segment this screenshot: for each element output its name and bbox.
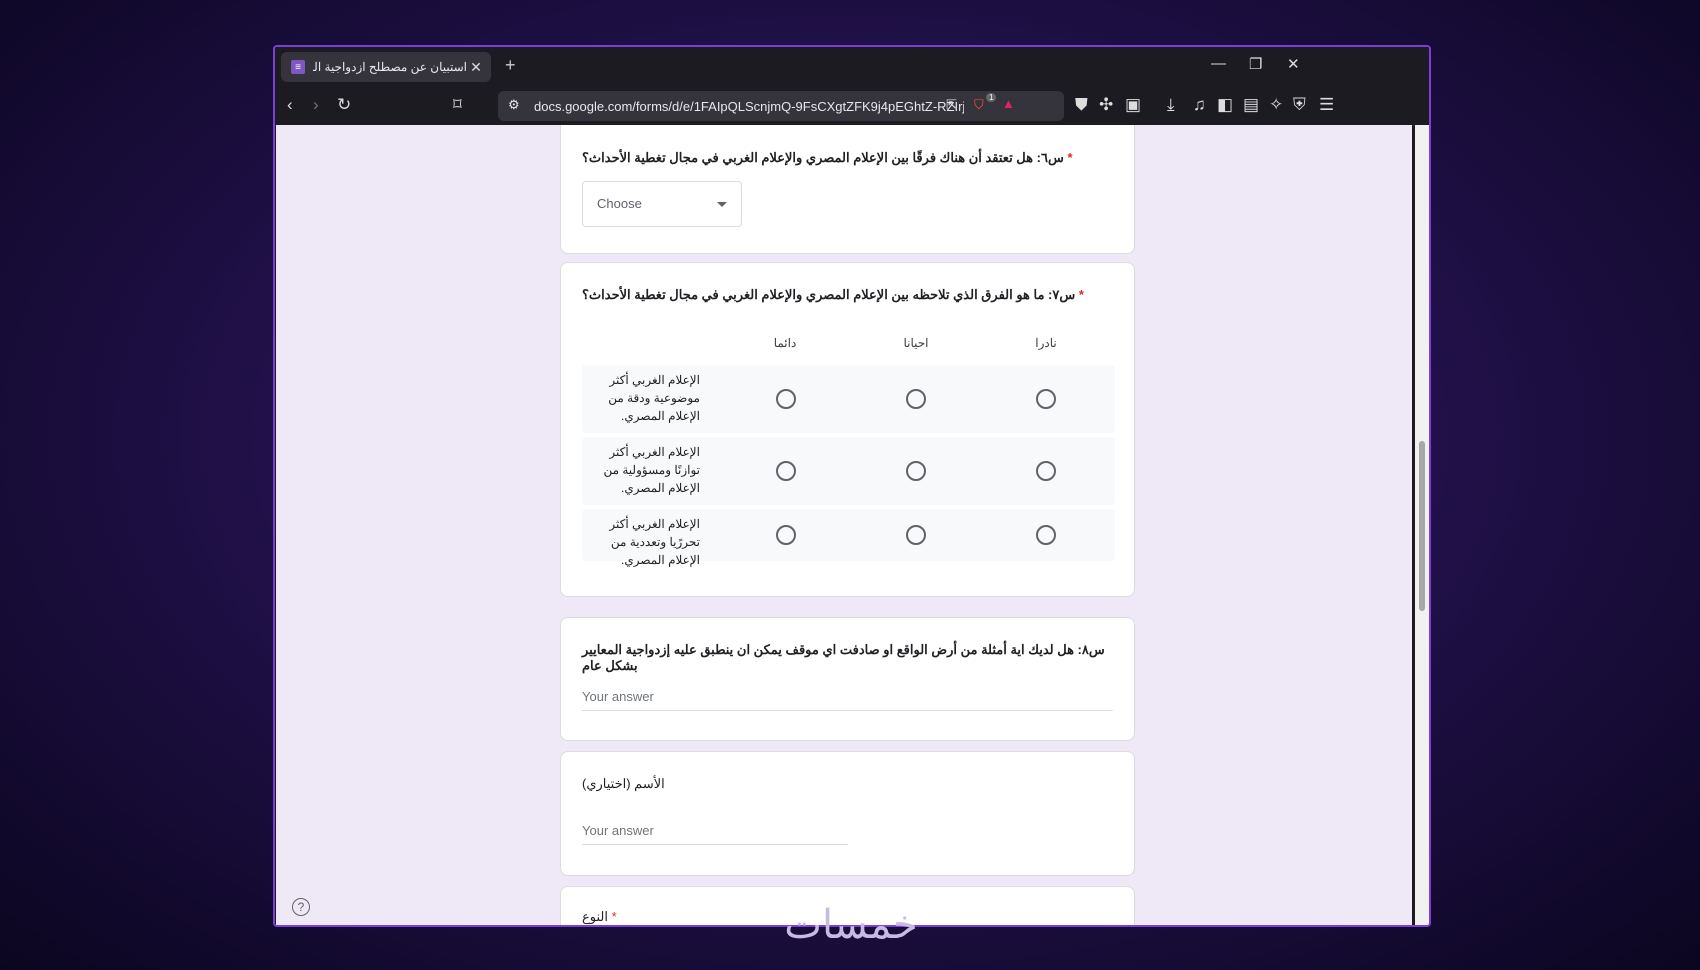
radio-always[interactable] <box>776 389 796 409</box>
bookmark-icon[interactable]: ⌑ <box>453 95 462 115</box>
radio-sometimes[interactable] <box>906 461 926 481</box>
brave-vpn-icon[interactable]: ⛨ <box>1293 95 1306 115</box>
column-header-sometimes: احيانا <box>903 336 929 350</box>
wallet-icon[interactable]: ▤ <box>1243 95 1259 115</box>
restore-icon[interactable]: ❐ <box>1249 55 1262 73</box>
page-content: * س٦: هل تعتقد أن هناك فرقًا بين الإعلام… <box>276 125 1412 925</box>
tab-title: استبيان عن مصطلح ازدواجية المعا <box>313 60 467 74</box>
name-label: الأسم (اختياري) <box>582 776 665 791</box>
sidebar-icon[interactable]: ◧ <box>1217 95 1233 115</box>
q6-title: * س٦: هل تعتقد أن هناك فرقًا بين الإعلام… <box>582 150 1114 166</box>
brave-shield-icon[interactable]: ⛉ <box>974 97 984 113</box>
share-icon[interactable]: ⇱ <box>946 97 957 113</box>
question-card-q7: * س٧: ما هو الفرق الذي تلاحظه بين الإعلا… <box>560 262 1135 597</box>
required-mark: * <box>1078 287 1084 302</box>
site-settings-icon[interactable]: ⚙ <box>508 97 520 113</box>
grid-row: الإعلام الغربي أكثر تحررًيا وتعددية من ا… <box>582 509 1115 567</box>
url-text: docs.google.com/forms/d/e/1FAIpQLScnjmQ-… <box>534 98 964 114</box>
back-icon[interactable]: ‹ <box>287 95 293 115</box>
q7-label: س٧: ما هو الفرق الذي تلاحظه بين الإعلام … <box>582 287 1076 302</box>
brave-rewards-icon[interactable]: ▲ <box>1002 96 1015 111</box>
q7-title: * س٧: ما هو الفرق الذي تلاحظه بين الإعلا… <box>582 287 1114 303</box>
reader-icon[interactable]: ▣ <box>1125 95 1141 115</box>
menu-icon[interactable]: ☰ <box>1319 95 1334 115</box>
help-icon[interactable]: ? <box>292 898 310 916</box>
grid-row-label: الإعلام الغربي أكثر توازنًا ومسؤولية من … <box>603 445 700 495</box>
minimize-icon[interactable]: — <box>1211 55 1226 72</box>
shield-badge: 1 <box>986 93 997 102</box>
media-icon[interactable]: ♫ <box>1193 95 1206 115</box>
radio-always[interactable] <box>776 525 796 545</box>
watermark-logo: خمسات <box>784 903 918 947</box>
question-card-q6: * س٦: هل تعتقد أن هناك فرقًا بين الإعلام… <box>560 125 1135 254</box>
grid-row-label: الإعلام الغربي أكثر موضوعية ودقة من الإع… <box>608 373 700 423</box>
q8-label: س٨: هل لديك اية أمثلة من أرض الواقع او ص… <box>582 642 1105 673</box>
required-mark: * <box>611 909 617 924</box>
required-mark: * <box>1067 150 1073 165</box>
reload-icon[interactable]: ↻ <box>337 95 351 115</box>
extensions-icon[interactable]: ✣ <box>1099 95 1113 115</box>
browser-window: ≡ استبيان عن مصطلح ازدواجية المعا ✕ + — … <box>273 45 1431 927</box>
radio-rarely[interactable] <box>1036 525 1056 545</box>
navigation-toolbar: ‹ › ↻ ⌑ ⚙ docs.google.com/forms/d/e/1FAI… <box>275 87 1429 126</box>
new-tab-button[interactable]: + <box>505 55 516 76</box>
close-window-icon[interactable]: ✕ <box>1287 55 1300 73</box>
google-forms-icon: ≡ <box>291 60 305 74</box>
q6-dropdown[interactable]: Choose <box>582 181 742 227</box>
radio-rarely[interactable] <box>1036 461 1056 481</box>
gender-label: النوع <box>582 909 608 924</box>
page-scrollbar[interactable] <box>1415 125 1429 925</box>
chevron-down-icon <box>717 202 727 207</box>
q6-label: س٦: هل تعتقد أن هناك فرقًا بين الإعلام ا… <box>582 150 1064 165</box>
tab-bar: ≡ استبيان عن مصطلح ازدواجية المعا ✕ + — … <box>275 47 1429 87</box>
leo-ai-icon[interactable]: ✧ <box>1269 95 1283 115</box>
forward-icon[interactable]: › <box>313 95 319 115</box>
tab-form[interactable]: ≡ استبيان عن مصطلح ازدواجية المعا ✕ <box>281 52 491 82</box>
question-card-name: الأسم (اختياري) Your answer <box>560 751 1135 876</box>
grid-row: الإعلام الغربي أكثر توازنًا ومسؤولية من … <box>582 437 1115 505</box>
grid-row: الإعلام الغربي أكثر موضوعية ودقة من الإع… <box>582 365 1115 433</box>
grid-row-label: الإعلام الغربي أكثر تحررًيا وتعددية من ا… <box>609 517 700 567</box>
column-header-rarely: نادرا <box>1035 336 1057 350</box>
dropdown-value: Choose <box>597 196 642 211</box>
scrollbar-thumb[interactable] <box>1419 441 1425 611</box>
radio-sometimes[interactable] <box>906 389 926 409</box>
download-icon[interactable]: ⤓ <box>1167 95 1175 115</box>
close-tab-icon[interactable]: ✕ <box>467 59 485 76</box>
q8-answer-input[interactable]: Your answer <box>582 689 1113 711</box>
name-answer-input[interactable]: Your answer <box>582 823 848 845</box>
column-header-always: دائما <box>773 336 797 350</box>
address-bar[interactable]: ⚙ docs.google.com/forms/d/e/1FAIpQLScnjm… <box>498 91 1064 121</box>
question-card-q8: س٨: هل لديك اية أمثلة من أرض الواقع او ص… <box>560 617 1135 741</box>
radio-rarely[interactable] <box>1036 389 1056 409</box>
radio-always[interactable] <box>776 461 796 481</box>
radio-sometimes[interactable] <box>906 525 926 545</box>
vpn-icon[interactable]: ⛊ <box>1075 95 1088 115</box>
